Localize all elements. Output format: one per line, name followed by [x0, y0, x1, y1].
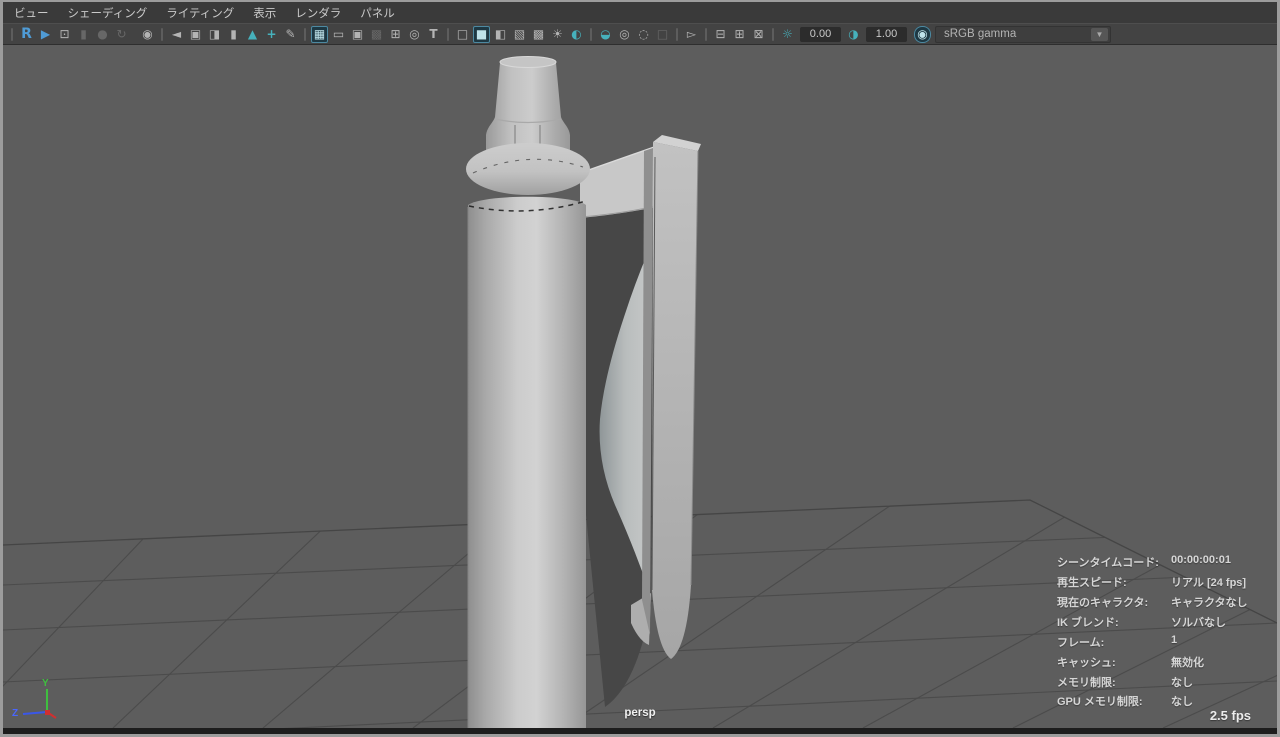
chevron-down-icon[interactable]: ▼	[1091, 28, 1108, 41]
axis-y-label: Y	[42, 678, 49, 689]
field-chart-icon[interactable]: ⊞	[387, 26, 404, 43]
maya-window: { "menubar": { "items": ["ビュー", "シェーディング…	[0, 0, 1280, 737]
wireframe-on-shaded-icon[interactable]: ◧	[492, 26, 509, 43]
panel-menubar: ビュー シェーディング ライティング 表示 レンダラ パネル	[3, 2, 1277, 23]
lock-camera-icon[interactable]: ▣	[187, 26, 204, 43]
toolbar-separator	[447, 28, 449, 41]
gamma-icon[interactable]: ◑	[845, 26, 862, 43]
hud-label: フレーム:	[1057, 634, 1104, 650]
grid-icon[interactable]: ▦	[311, 26, 328, 43]
safe-title-icon[interactable]: T	[425, 26, 442, 43]
view-transform-dropdown[interactable]: sRGB gamma ▼	[935, 26, 1111, 43]
exposure-icon[interactable]: ☼	[779, 26, 796, 43]
panel-toolbar: R ▶ ⊡ ▮ ● ↻ ◉ ◄ ▣ ◨ ▮ ▲ + ✎ ▦ ▭ ▣ ▩ ⊞ ◎ …	[3, 23, 1277, 45]
ipr-play-icon[interactable]: ▶	[37, 26, 54, 43]
wireframe-icon[interactable]: □	[454, 26, 471, 43]
perspective-viewport[interactable]: Y Z シーンタイムコード: 00:00:00:01 再生スピード: リアル […	[3, 45, 1277, 728]
ssao-icon[interactable]: ◒	[597, 26, 614, 43]
textured-icon[interactable]: ▧	[511, 26, 528, 43]
safe-action-icon[interactable]: ◎	[406, 26, 423, 43]
xray-icon[interactable]: ⊟	[712, 26, 729, 43]
hud-value: キャラクタなし	[1171, 594, 1248, 610]
toolbar-separator	[705, 28, 707, 41]
toolbar-separator	[590, 28, 592, 41]
menu-renderer[interactable]: レンダラ	[295, 5, 341, 21]
snapshot-camera-icon[interactable]: ◉	[139, 26, 156, 43]
hud-label: GPU メモリ制限:	[1057, 693, 1143, 709]
menu-view[interactable]: ビュー	[14, 5, 49, 21]
hud-label: 再生スピード:	[1057, 574, 1127, 590]
axis-z-label: Z	[12, 708, 18, 719]
pan-zoom-icon[interactable]: +	[263, 26, 280, 43]
hud-value: なし	[1171, 674, 1193, 690]
pen-body	[468, 197, 586, 728]
color-management-icon[interactable]: ◉	[914, 26, 931, 43]
hud-value: 00:00:00:01	[1171, 554, 1231, 566]
anti-aliasing-icon[interactable]: ◌	[635, 26, 652, 43]
film-gate-icon[interactable]: ▭	[330, 26, 347, 43]
xray-active-icon[interactable]: ⊞	[731, 26, 748, 43]
exposure-field[interactable]: 0.00	[800, 27, 841, 42]
toolbar-separator	[772, 28, 774, 41]
toolbar-separator	[304, 28, 306, 41]
hud-value: 1	[1171, 634, 1177, 646]
renderer-icon[interactable]: R	[18, 26, 35, 43]
select-camera-icon[interactable]: ◄	[168, 26, 185, 43]
hud-value: 無効化	[1171, 654, 1204, 670]
refresh-icon[interactable]: ↻	[113, 26, 130, 43]
pen-collar	[466, 143, 590, 195]
fps-readout: 2.5 fps	[1210, 708, 1251, 723]
menu-shading[interactable]: シェーディング	[68, 5, 148, 21]
gamma-field[interactable]: 1.00	[866, 27, 907, 42]
menu-panels[interactable]: パネル	[360, 5, 395, 21]
depth-of-field-icon[interactable]: □	[654, 26, 671, 43]
bookmark-icon[interactable]: ▮	[225, 26, 242, 43]
xray-joints-icon[interactable]: ⊠	[750, 26, 767, 43]
hud-value: なし	[1171, 693, 1193, 709]
shaded-icon[interactable]: ■	[473, 26, 490, 43]
grease-pencil-icon[interactable]: ✎	[282, 26, 299, 43]
isolate-select-icon[interactable]: ▻	[683, 26, 700, 43]
motion-blur-icon[interactable]: ◎	[616, 26, 633, 43]
render-window-icon[interactable]: ⊡	[56, 26, 73, 43]
toolbar-separator	[676, 28, 678, 41]
axis-origin	[45, 710, 50, 715]
lighting-icon[interactable]: ☀	[549, 26, 566, 43]
hud-label: シーンタイムコード:	[1057, 554, 1159, 570]
stop-icon[interactable]: ●	[94, 26, 111, 43]
hud-label: キャッシュ:	[1057, 654, 1116, 670]
gate-mask-icon[interactable]: ▩	[368, 26, 385, 43]
use-default-material-icon[interactable]: ▩	[530, 26, 547, 43]
menu-show[interactable]: 表示	[253, 5, 276, 21]
camera-name-label: persp	[605, 707, 675, 719]
hud-value: ソルバなし	[1171, 614, 1226, 630]
camera-attributes-icon[interactable]: ◨	[206, 26, 223, 43]
hud-label: IK ブレンド:	[1057, 614, 1119, 630]
hud-label: メモリ制限:	[1057, 674, 1116, 690]
hud-label: 現在のキャラクタ:	[1057, 594, 1148, 610]
shadows-icon[interactable]: ◐	[568, 26, 585, 43]
hud-value: リアル [24 fps]	[1171, 574, 1246, 590]
bottom-panel-edge	[3, 728, 1277, 734]
toolbar-separator	[161, 28, 163, 41]
pause-icon[interactable]: ▮	[75, 26, 92, 43]
resolution-gate-icon[interactable]: ▣	[349, 26, 366, 43]
view-transform-value: sRGB gamma	[936, 28, 1091, 40]
menu-lighting[interactable]: ライティング	[166, 5, 234, 21]
pen-button-top	[500, 57, 556, 68]
toolbar-separator	[11, 28, 13, 41]
image-plane-icon[interactable]: ▲	[244, 26, 261, 43]
